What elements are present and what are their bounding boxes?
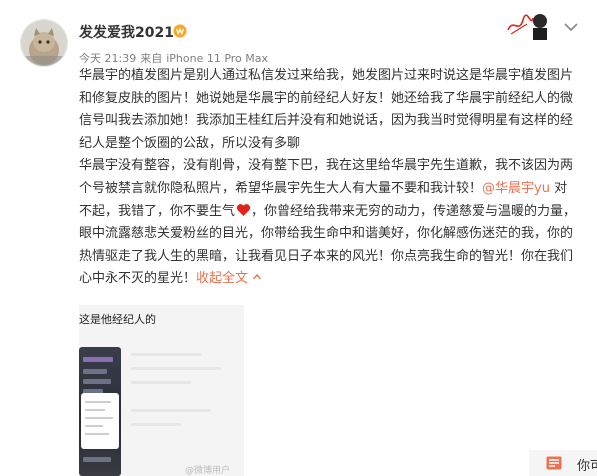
image-card — [81, 393, 119, 449]
post-meta: 今天 21:39 来自 iPhone 11 Pro Max — [79, 50, 272, 66]
username[interactable]: 发发爱我2021 — [79, 22, 174, 42]
post-paragraph-1: 华晨宇的植发图片是别人通过私信发过来给我，她发图片过来时说这是华晨宇植发图片和修… — [79, 68, 574, 151]
post-content: 华晨宇的植发图片是别人通过私信发过来给我，她发图片过来时说这是华晨宇植发图片和修… — [79, 65, 579, 291]
vip-badge-icon[interactable] — [173, 24, 187, 38]
mention-link[interactable]: @华晨宇yu — [482, 181, 550, 196]
post-device: iPhone 11 Pro Max — [166, 52, 269, 65]
source-prefix: 来自 — [140, 52, 163, 65]
signature-icon — [507, 14, 547, 40]
collapse-link[interactable]: 收起全文 — [196, 271, 262, 286]
post-image[interactable]: 这是他经纪人的 @微博用户 — [79, 305, 244, 476]
post-paragraph-2: 华晨宇没有整容，没有削骨，没有整下巴，我在这里给华晨宇先生道歉，我不该因为两个号… — [79, 155, 579, 291]
avatar[interactable] — [20, 19, 68, 67]
image-doc — [123, 305, 244, 476]
comment-label: 你可 — [577, 459, 597, 474]
post-time[interactable]: 今天 21:39 — [79, 52, 136, 65]
image-watermark: @微博用户 — [185, 466, 231, 476]
collapse-label: 收起全文 — [196, 271, 249, 287]
chevron-up-icon — [253, 274, 262, 280]
comment-icon — [546, 456, 562, 470]
heart-icon — [236, 203, 251, 216]
chevron-down-icon[interactable] — [562, 18, 580, 36]
comment-button[interactable]: 你可 — [529, 450, 597, 476]
